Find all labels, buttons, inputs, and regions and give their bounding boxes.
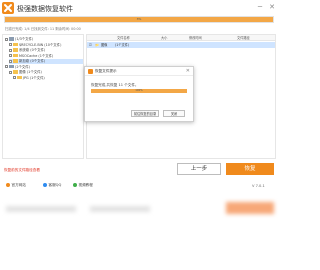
tree-item-label: (2个文件) xyxy=(15,64,30,69)
qq-support-link[interactable]: 客服QQ xyxy=(43,181,61,189)
row-size: (1个文件) xyxy=(115,43,130,47)
scan-status-text: 扫描已完成: 1/4 已找到文件: 11 剩余时间: 00:00 xyxy=(5,27,81,31)
blurred-button xyxy=(226,202,274,214)
blurred-text-line xyxy=(90,206,150,212)
app-logo-icon xyxy=(2,2,14,14)
tree-checkbox[interactable] xyxy=(9,54,12,57)
tree-checkbox[interactable] xyxy=(5,65,8,68)
tree-item-label: 图像 (1个文件) xyxy=(19,70,42,74)
qq-support-label: 客服QQ xyxy=(48,183,62,187)
tree-item[interactable]: $RECYCLE.BIN (10个文件) xyxy=(9,43,83,48)
row-checkbox[interactable]: ☑ xyxy=(89,42,92,48)
recover-complete-dialog: 恢复文件提示 ✕ 恢复完成,共恢复 11 个文件。 100% 前往恢复的目录 关… xyxy=(84,66,194,122)
tree-item[interactable]: 图像 (1个文件) xyxy=(9,70,83,75)
folder-icon xyxy=(13,42,18,47)
official-site-label: 官方网站 xyxy=(11,183,26,187)
column-header-name[interactable]: 文件名称 xyxy=(117,35,130,41)
qq-icon xyxy=(43,183,47,187)
tree-item[interactable]: MSOCache (1个文件) xyxy=(9,54,83,59)
tree-item-label: $RECYCLE.BIN (10个文件) xyxy=(19,42,62,47)
recovery-path-link[interactable]: 恢复前的文件路径查看 xyxy=(4,168,40,173)
dialog-close-button[interactable]: 关闭 xyxy=(163,110,185,117)
official-site-link[interactable]: 官方网站 xyxy=(6,181,26,189)
bottom-links-bar: 官方网站 客服QQ 视频教程 xyxy=(0,181,280,189)
row-name: 图像 xyxy=(101,43,108,47)
home-icon xyxy=(6,183,10,187)
tree-item-label: 新加卷 (0个文件) xyxy=(19,59,46,63)
dialog-logo-icon xyxy=(88,69,93,74)
folder-icon xyxy=(13,59,18,63)
tree-item[interactable]: JPG (1个文件) xyxy=(13,76,83,81)
scan-progress-text: 3% xyxy=(136,17,142,21)
recover-button[interactable]: 恢复 xyxy=(226,163,274,175)
version-label: V 7.0.1 xyxy=(252,184,265,188)
tree-checkbox[interactable] xyxy=(9,59,12,63)
file-list-header: 文件名称 大小 修改时间 文件路径 xyxy=(87,35,275,41)
drive-icon xyxy=(9,64,14,69)
previous-step-button[interactable]: 上一步 xyxy=(177,163,221,175)
video-tutorial-label: 视频教程 xyxy=(78,183,93,187)
dialog-header: 恢复文件提示 ✕ xyxy=(85,67,193,76)
drive-icon xyxy=(9,37,14,41)
folder-icon xyxy=(13,48,18,52)
dialog-close-icon[interactable]: ✕ xyxy=(186,67,190,76)
dialog-message: 恢复完成,共恢复 11 个文件。 xyxy=(91,83,139,87)
tree-item-label: 系统卷 (0个文件) xyxy=(19,48,46,52)
dialog-title: 恢复文件提示 xyxy=(95,69,117,73)
tree-item-label: (1/3个文件) xyxy=(15,37,34,41)
close-window-button[interactable]: ✕ xyxy=(268,3,276,11)
tree-checkbox[interactable] xyxy=(5,37,8,41)
folder-icon xyxy=(13,53,18,58)
folder-icon xyxy=(13,70,18,74)
tree-item-label: JPG (1个文件) xyxy=(23,75,45,80)
minimize-button[interactable]: ─ xyxy=(256,3,264,11)
row-folder-icon: 📁 xyxy=(95,43,99,47)
blurred-text-line xyxy=(6,206,76,212)
app-title: 极强数据恢复软件 xyxy=(17,5,73,13)
tree-item[interactable]: (2个文件) xyxy=(5,65,83,70)
tree-checkbox[interactable] xyxy=(9,70,12,74)
tree-checkbox[interactable] xyxy=(13,76,16,79)
folder-tree-panel: (1/3个文件) $RECYCLE.BIN (10个文件) 系统卷 (0个文件) MS… xyxy=(2,34,84,159)
tree-item[interactable]: 新加卷 (0个文件) xyxy=(9,59,83,64)
column-header-modified[interactable]: 修改时间 xyxy=(189,35,202,41)
dialog-progress-text: 100% xyxy=(135,89,143,92)
tree-item[interactable]: 系统卷 (0个文件) xyxy=(9,48,83,53)
tree-checkbox[interactable] xyxy=(9,43,12,46)
dialog-progress-bar: 100% xyxy=(91,89,187,93)
column-header-path[interactable]: 文件路径 xyxy=(237,35,250,41)
scan-progress-bar: 3% xyxy=(4,16,274,23)
tree-item[interactable]: (1/3个文件) xyxy=(5,37,83,42)
video-icon xyxy=(73,183,77,187)
tree-item-label: MSOCache (1个文件) xyxy=(19,53,54,58)
column-header-size[interactable]: 大小 xyxy=(161,35,167,41)
video-tutorial-link[interactable]: 视频教程 xyxy=(73,181,93,189)
open-recovered-folder-button[interactable]: 前往恢复的目录 xyxy=(131,110,159,117)
app-window: 极强数据恢复软件 ─ ✕ 3% 扫描已完成: 1/4 已找到文件: 11 剩余时… xyxy=(0,0,280,270)
file-list-row[interactable]: ☑ 📁 图像 (1个文件) xyxy=(87,42,275,48)
tree-checkbox[interactable] xyxy=(9,48,12,52)
folder-icon xyxy=(17,75,22,80)
